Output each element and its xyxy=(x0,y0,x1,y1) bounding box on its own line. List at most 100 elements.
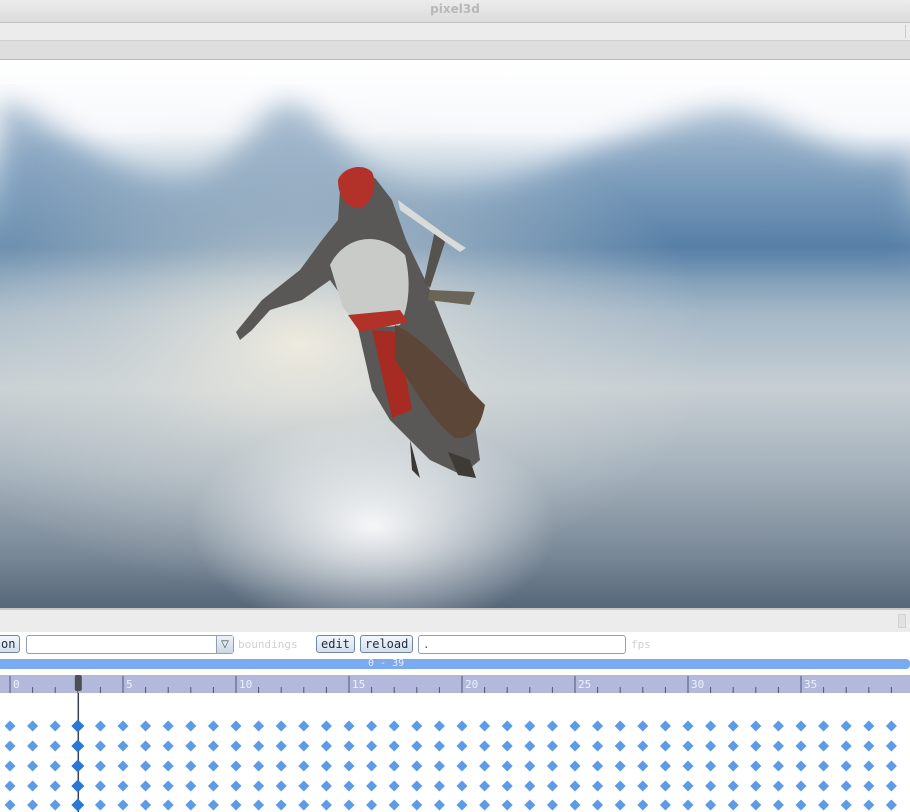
keyframe-icon[interactable] xyxy=(840,760,852,772)
keyframe-icon[interactable] xyxy=(117,799,129,811)
keyframe-icon[interactable] xyxy=(818,760,830,772)
keyframe-icon[interactable] xyxy=(546,780,558,792)
keyframe-icon[interactable] xyxy=(433,760,445,772)
keyframe-icon[interactable] xyxy=(49,720,61,732)
keyframe-icon[interactable] xyxy=(298,799,310,811)
keyframe-icon[interactable] xyxy=(772,780,784,792)
keyframe-icon[interactable] xyxy=(840,780,852,792)
keyframe-icon[interactable] xyxy=(27,780,39,792)
keyframe-icon[interactable] xyxy=(275,760,287,772)
keyframe-icon[interactable] xyxy=(433,740,445,752)
keyframe-icon[interactable] xyxy=(795,740,807,752)
keyframe-icon[interactable] xyxy=(207,780,219,792)
keyframe-icon[interactable] xyxy=(705,740,717,752)
keyframe-icon[interactable] xyxy=(750,760,762,772)
keyframe-icon[interactable] xyxy=(637,780,649,792)
keyframe-icon[interactable] xyxy=(27,799,39,811)
keyframe-icon[interactable] xyxy=(117,740,129,752)
keyframe-icon[interactable] xyxy=(479,780,491,792)
keyframe-icon[interactable] xyxy=(659,740,671,752)
keyframe-icon[interactable] xyxy=(705,760,717,772)
keyframe-icon[interactable] xyxy=(592,780,604,792)
keyframe-icon[interactable] xyxy=(614,780,626,792)
keyframe-icon[interactable] xyxy=(479,799,491,811)
keyframe-icon[interactable] xyxy=(772,720,784,732)
keyframe-icon[interactable] xyxy=(140,780,152,792)
keyframe-icon[interactable] xyxy=(94,799,106,811)
keyframe-icon[interactable] xyxy=(637,740,649,752)
keyframe-icon[interactable] xyxy=(49,780,61,792)
keyframe-icon[interactable] xyxy=(117,720,129,732)
keyframe-icon[interactable] xyxy=(366,740,378,752)
keyframe-icon[interactable] xyxy=(592,799,604,811)
keyframe-icon[interactable] xyxy=(705,799,717,811)
keyframe-icon[interactable] xyxy=(230,720,242,732)
keyframe-icon[interactable] xyxy=(569,760,581,772)
keyframe-icon[interactable] xyxy=(659,780,671,792)
keyframe-icon[interactable] xyxy=(524,799,536,811)
keyframe-icon[interactable] xyxy=(524,760,536,772)
keyframe-icon[interactable] xyxy=(795,720,807,732)
keyframe-icon[interactable] xyxy=(614,760,626,772)
keyframe-icon[interactable] xyxy=(27,760,39,772)
keyframe-icon[interactable] xyxy=(885,720,897,732)
keyframe-icon[interactable] xyxy=(795,760,807,772)
left-truncated-button[interactable]: on xyxy=(0,635,21,653)
keyframe-icon[interactable] xyxy=(840,740,852,752)
keyframe-icon[interactable] xyxy=(388,760,400,772)
keyframe-icon[interactable] xyxy=(614,740,626,752)
keyframe-icon[interactable] xyxy=(230,740,242,752)
keyframe-icon[interactable] xyxy=(569,780,581,792)
keyframe-icon[interactable] xyxy=(49,740,61,752)
keyframe-icon[interactable] xyxy=(230,760,242,772)
keyframe-icon[interactable] xyxy=(885,760,897,772)
playhead-icon[interactable] xyxy=(74,675,82,691)
keyframe-icon[interactable] xyxy=(207,720,219,732)
keyframe-icon[interactable] xyxy=(524,720,536,732)
keyframe-grid[interactable] xyxy=(0,693,910,812)
keyframe-icon[interactable] xyxy=(366,760,378,772)
keyframe-icon[interactable] xyxy=(433,780,445,792)
keyframe-icon[interactable] xyxy=(479,720,491,732)
keyframe-icon[interactable] xyxy=(388,720,400,732)
keyframe-icon[interactable] xyxy=(388,799,400,811)
keyframe-icon[interactable] xyxy=(94,780,106,792)
timeline-ruler[interactable]: 0 5 10 15 20 25 30 35 xyxy=(0,675,910,693)
keyframe-icon[interactable] xyxy=(162,720,174,732)
keyframe-icon[interactable] xyxy=(885,740,897,752)
keyframe-icon[interactable] xyxy=(524,740,536,752)
keyframe-icon[interactable] xyxy=(411,780,423,792)
keyframe-icon[interactable] xyxy=(71,719,85,733)
keyframe-icon[interactable] xyxy=(772,799,784,811)
keyframe-icon[interactable] xyxy=(637,760,649,772)
keyframe-icon[interactable] xyxy=(479,760,491,772)
keyframe-icon[interactable] xyxy=(456,799,468,811)
keyframe-icon[interactable] xyxy=(275,780,287,792)
keyframe-icon[interactable] xyxy=(71,759,85,773)
keyframe-icon[interactable] xyxy=(569,720,581,732)
keyframe-icon[interactable] xyxy=(863,720,875,732)
keyframe-icon[interactable] xyxy=(592,720,604,732)
keyframe-icon[interactable] xyxy=(320,740,332,752)
keyframe-icon[interactable] xyxy=(320,720,332,732)
keyframe-icon[interactable] xyxy=(320,780,332,792)
keyframe-icon[interactable] xyxy=(479,740,491,752)
dropdown-arrow-icon[interactable]: ▽ xyxy=(216,636,233,653)
keyframe-icon[interactable] xyxy=(343,720,355,732)
keyframe-icon[interactable] xyxy=(772,760,784,772)
keyframe-icon[interactable] xyxy=(705,720,717,732)
keyframe-icon[interactable] xyxy=(885,799,897,811)
keyframe-icon[interactable] xyxy=(298,740,310,752)
keyframe-icon[interactable] xyxy=(411,760,423,772)
keyframe-icon[interactable] xyxy=(366,799,378,811)
keyframe-icon[interactable] xyxy=(727,740,739,752)
keyframe-icon[interactable] xyxy=(501,780,513,792)
keyframe-icon[interactable] xyxy=(433,799,445,811)
keyframe-icon[interactable] xyxy=(682,740,694,752)
keyframe-icon[interactable] xyxy=(162,760,174,772)
keyframe-icon[interactable] xyxy=(501,760,513,772)
keyframe-icon[interactable] xyxy=(207,760,219,772)
keyframe-icon[interactable] xyxy=(637,799,649,811)
keyframe-icon[interactable] xyxy=(750,799,762,811)
keyframe-icon[interactable] xyxy=(298,760,310,772)
